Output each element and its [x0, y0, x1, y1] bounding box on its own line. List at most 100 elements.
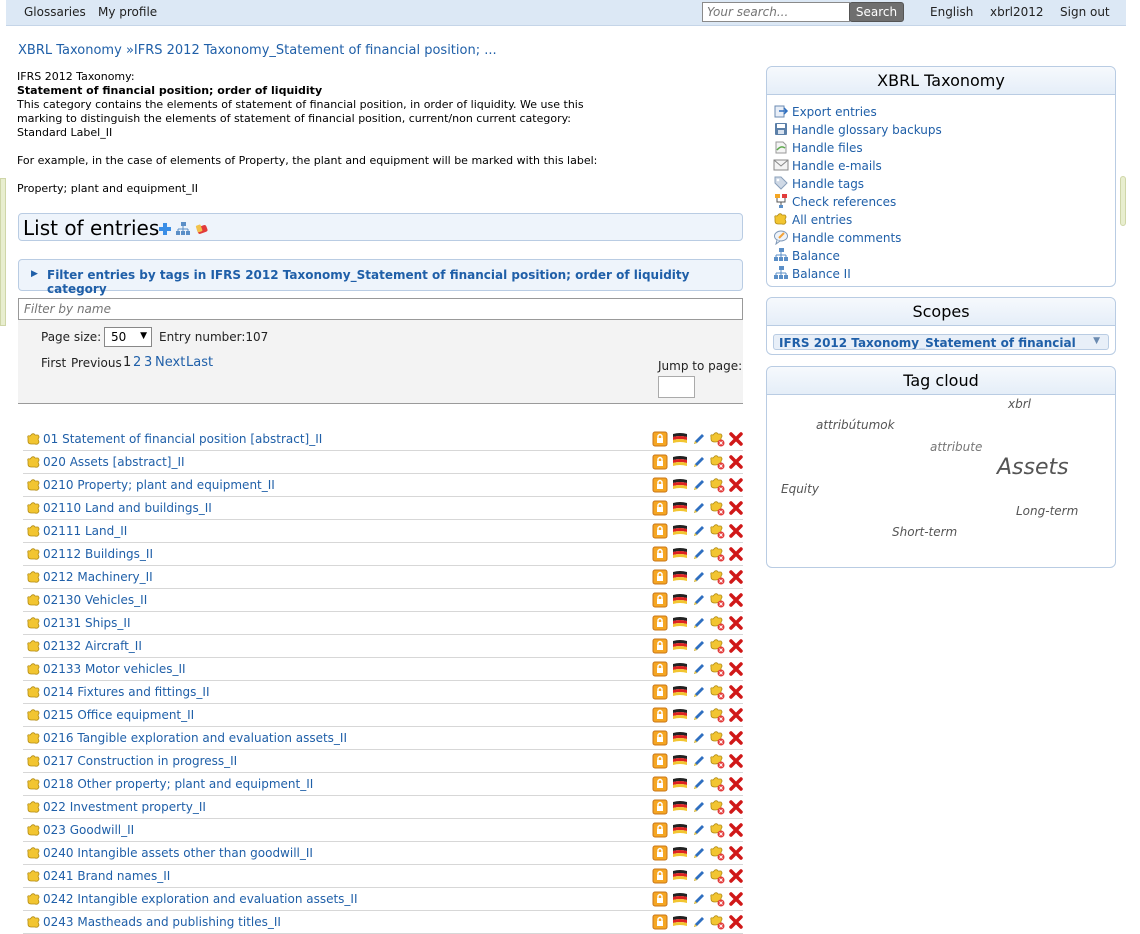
lock-icon[interactable]: [652, 707, 668, 723]
remove-tag-icon[interactable]: [709, 615, 725, 631]
delete-icon[interactable]: [728, 822, 744, 838]
language-link[interactable]: English: [930, 5, 973, 19]
entry-link[interactable]: 0212 Machinery_II: [43, 570, 153, 584]
german-flag-icon[interactable]: [672, 730, 688, 746]
entry-link[interactable]: 020 Assets [abstract]_II: [43, 455, 185, 469]
page-previous[interactable]: Previous: [71, 356, 122, 370]
german-flag-icon[interactable]: [672, 546, 688, 562]
lock-icon[interactable]: [652, 431, 668, 447]
lock-icon[interactable]: [652, 569, 668, 585]
lock-icon[interactable]: [652, 776, 668, 792]
remove-tag-icon[interactable]: [709, 569, 725, 585]
taxonomy-menu-label[interactable]: Export entries: [792, 105, 877, 119]
search-input[interactable]: [702, 2, 850, 22]
delete-icon[interactable]: [728, 615, 744, 631]
delete-icon[interactable]: [728, 523, 744, 539]
remove-tag-icon[interactable]: [709, 776, 725, 792]
german-flag-icon[interactable]: [672, 822, 688, 838]
german-flag-icon[interactable]: [672, 707, 688, 723]
entry-link[interactable]: 01 Statement of financial position [abst…: [43, 432, 322, 446]
edit-pencil-icon[interactable]: [691, 454, 707, 470]
entry-link[interactable]: 0240 Intangible assets other than goodwi…: [43, 846, 313, 860]
add-entry-icon[interactable]: [157, 221, 173, 237]
lock-icon[interactable]: [652, 822, 668, 838]
delete-icon[interactable]: [728, 592, 744, 608]
breadcrumb-root[interactable]: XBRL Taxonomy: [18, 43, 122, 58]
edit-pencil-icon[interactable]: [691, 638, 707, 654]
german-flag-icon[interactable]: [672, 454, 688, 470]
page-first[interactable]: First: [41, 356, 66, 370]
jump-to-page-input[interactable]: [658, 376, 695, 398]
eraser-icon[interactable]: [194, 221, 210, 237]
entry-link[interactable]: 02111 Land_II: [43, 524, 127, 538]
delete-icon[interactable]: [728, 638, 744, 654]
german-flag-icon[interactable]: [672, 615, 688, 631]
delete-icon[interactable]: [728, 845, 744, 861]
edit-pencil-icon[interactable]: [691, 753, 707, 769]
lock-icon[interactable]: [652, 500, 668, 516]
sign-out-link[interactable]: Sign out: [1060, 5, 1110, 19]
entry-link[interactable]: 02131 Ships_II: [43, 616, 131, 630]
user-link[interactable]: xbrl2012: [990, 5, 1044, 19]
page-3[interactable]: 3: [144, 355, 152, 370]
tag-link[interactable]: attribútumok: [816, 418, 895, 432]
lock-icon[interactable]: [652, 592, 668, 608]
lock-icon[interactable]: [652, 753, 668, 769]
search-button[interactable]: Search: [849, 2, 904, 22]
german-flag-icon[interactable]: [672, 569, 688, 585]
edit-pencil-icon[interactable]: [691, 845, 707, 861]
entry-link[interactable]: 02133 Motor vehicles_II: [43, 662, 186, 676]
german-flag-icon[interactable]: [672, 776, 688, 792]
german-flag-icon[interactable]: [672, 799, 688, 815]
lock-icon[interactable]: [652, 454, 668, 470]
german-flag-icon[interactable]: [672, 661, 688, 677]
entry-link[interactable]: 0242 Intangible exploration and evaluati…: [43, 892, 358, 906]
remove-tag-icon[interactable]: [709, 592, 725, 608]
taxonomy-menu-label[interactable]: Handle comments: [792, 231, 901, 245]
entry-link[interactable]: 02110 Land and buildings_II: [43, 501, 212, 515]
edit-pencil-icon[interactable]: [691, 684, 707, 700]
edit-pencil-icon[interactable]: [691, 500, 707, 516]
page-last[interactable]: Last: [186, 355, 213, 370]
tag-link[interactable]: Equity: [781, 482, 819, 496]
lock-icon[interactable]: [652, 523, 668, 539]
remove-tag-icon[interactable]: [709, 799, 725, 815]
page-next[interactable]: Next: [155, 355, 185, 370]
left-side-tab[interactable]: [0, 178, 6, 326]
edit-pencil-icon[interactable]: [691, 523, 707, 539]
lock-icon[interactable]: [652, 845, 668, 861]
lock-icon[interactable]: [652, 638, 668, 654]
delete-icon[interactable]: [728, 799, 744, 815]
entry-link[interactable]: 0214 Fixtures and fittings_II: [43, 685, 210, 699]
entry-link[interactable]: 023 Goodwill_II: [43, 823, 134, 837]
scope-select[interactable]: IFRS 2012 Taxonomy_Statement of financia…: [773, 334, 1109, 350]
taxonomy-menu-label[interactable]: Check references: [792, 195, 896, 209]
taxonomy-menu-label[interactable]: Balance II: [792, 267, 851, 281]
german-flag-icon[interactable]: [672, 523, 688, 539]
remove-tag-icon[interactable]: [709, 431, 725, 447]
german-flag-icon[interactable]: [672, 684, 688, 700]
edit-pencil-icon[interactable]: [691, 891, 707, 907]
delete-icon[interactable]: [728, 500, 744, 516]
delete-icon[interactable]: [728, 684, 744, 700]
lock-icon[interactable]: [652, 661, 668, 677]
remove-tag-icon[interactable]: [709, 822, 725, 838]
edit-pencil-icon[interactable]: [691, 569, 707, 585]
remove-tag-icon[interactable]: [709, 546, 725, 562]
right-side-tab[interactable]: [1120, 176, 1126, 226]
nav-glossaries[interactable]: Glossaries: [24, 5, 86, 19]
entry-link[interactable]: 02132 Aircraft_II: [43, 639, 142, 653]
nav-my-profile[interactable]: My profile: [98, 5, 157, 19]
delete-icon[interactable]: [728, 661, 744, 677]
german-flag-icon[interactable]: [672, 431, 688, 447]
tag-link[interactable]: attribute: [930, 440, 982, 454]
german-flag-icon[interactable]: [672, 891, 688, 907]
delete-icon[interactable]: [728, 891, 744, 907]
entry-link[interactable]: 0216 Tangible exploration and evaluation…: [43, 731, 347, 745]
edit-pencil-icon[interactable]: [691, 776, 707, 792]
taxonomy-menu-label[interactable]: Handle glossary backups: [792, 123, 942, 137]
remove-tag-icon[interactable]: [709, 845, 725, 861]
edit-pencil-icon[interactable]: [691, 546, 707, 562]
edit-pencil-icon[interactable]: [691, 661, 707, 677]
tag-link[interactable]: xbrl: [1008, 397, 1031, 411]
